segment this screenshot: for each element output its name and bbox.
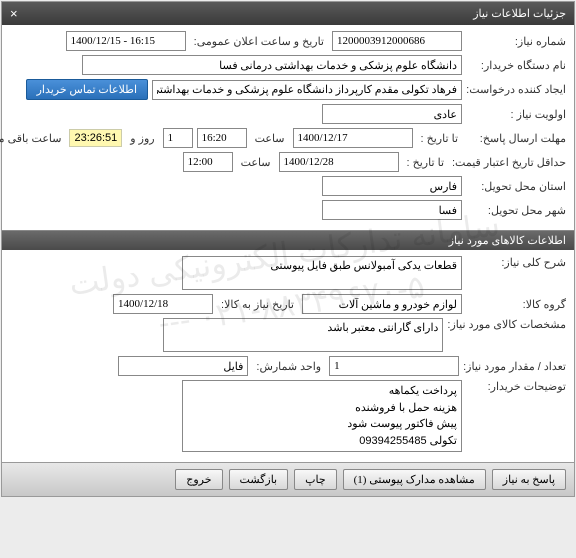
days-label: روز و: [126, 132, 158, 145]
public-datetime-label: تاریخ و ساعت اعلان عمومی:: [190, 35, 328, 48]
main-window: جزئیات اطلاعات نیاز × شماره نیاز: تاریخ …: [1, 1, 575, 497]
view-attachments-button[interactable]: مشاهده مدارک پیوستی (1): [343, 469, 486, 490]
remaining-label: ساعت باقی مانده: [0, 132, 65, 145]
to-date-label-2: تا تاریخ :: [403, 156, 448, 169]
spec-field[interactable]: دارای گارانتی معتبر باشد: [163, 318, 443, 352]
province-label: استان محل تحویل:: [466, 180, 566, 193]
buyer-notes-field[interactable]: پرداخت یکماهه هزینه حمل با فروشنده پیش ف…: [182, 380, 462, 452]
public-datetime-field[interactable]: [66, 31, 186, 51]
need-date-field[interactable]: [113, 294, 213, 314]
buyer-note-line: تکولی 09394255485: [187, 433, 457, 450]
price-validity-label: حداقل تاریخ اعتبار قیمت:: [452, 156, 566, 169]
qty-field[interactable]: [329, 356, 459, 376]
deadline-time-field[interactable]: [197, 128, 247, 148]
price-validity-time-field[interactable]: [183, 152, 233, 172]
time-label-1: ساعت: [251, 132, 289, 145]
footer-toolbar: پاسخ به نیاز مشاهده مدارک پیوستی (1) چاپ…: [2, 462, 574, 496]
creator-field[interactable]: [152, 80, 462, 100]
need-number-field[interactable]: [332, 31, 462, 51]
print-button[interactable]: چاپ: [294, 469, 337, 490]
buyer-note-line: هزینه حمل با فروشنده: [187, 400, 457, 417]
title-bar: جزئیات اطلاعات نیاز ×: [2, 2, 574, 25]
need-info-section: شماره نیاز: تاریخ و ساعت اعلان عمومی: نا…: [2, 25, 574, 230]
buyer-note-line: پرداخت یکماهه: [187, 383, 457, 400]
spec-label: مشخصات کالای مورد نیاز:: [447, 318, 566, 331]
close-icon[interactable]: ×: [10, 6, 18, 21]
unit-label: واحد شمارش:: [252, 360, 325, 373]
buyer-notes-label: توضیحات خریدار:: [466, 380, 566, 393]
buyer-note-line: پیش فاکتور پیوست شود: [187, 416, 457, 433]
exit-button[interactable]: خروج: [175, 469, 222, 490]
days-field[interactable]: [163, 128, 193, 148]
priority-label: اولویت نیاز :: [466, 108, 566, 121]
unit-field[interactable]: [118, 356, 248, 376]
window-title: جزئیات اطلاعات نیاز: [473, 7, 566, 20]
goods-section: شرح کلی نیاز: قطعات یدکی آمبولانس طبق فا…: [2, 250, 574, 462]
contact-buyer-button[interactable]: اطلاعات تماس خریدار: [26, 79, 148, 100]
city-field[interactable]: [322, 200, 462, 220]
deadline-label: مهلت ارسال پاسخ:: [466, 132, 566, 145]
respond-button[interactable]: پاسخ به نیاز: [492, 469, 566, 490]
goods-section-header: اطلاعات کالاهای مورد نیاز: [2, 230, 574, 250]
back-button[interactable]: بازگشت: [229, 469, 289, 490]
price-validity-date-field[interactable]: [279, 152, 399, 172]
priority-field[interactable]: [322, 104, 462, 124]
creator-label: ایجاد کننده درخواست:: [466, 83, 566, 96]
qty-label: تعداد / مقدار مورد نیاز:: [463, 360, 566, 373]
time-label-2: ساعت: [237, 156, 275, 169]
city-label: شهر محل تحویل:: [466, 204, 566, 217]
to-date-label: تا تاریخ :: [417, 132, 462, 145]
need-number-label: شماره نیاز:: [466, 35, 566, 48]
group-label: گروه کالا:: [466, 298, 566, 311]
buyer-org-field[interactable]: [82, 55, 462, 75]
remaining-time-value: 23:26:51: [69, 129, 122, 147]
need-date-label: تاریخ نیاز به کالا:: [217, 298, 298, 311]
desc-label: شرح کلی نیاز:: [466, 256, 566, 269]
province-field[interactable]: [322, 176, 462, 196]
group-field[interactable]: [302, 294, 462, 314]
desc-field[interactable]: قطعات یدکی آمبولانس طبق فایل پیوستی: [182, 256, 462, 290]
deadline-date-field[interactable]: [293, 128, 413, 148]
buyer-org-label: نام دستگاه خریدار:: [466, 59, 566, 72]
